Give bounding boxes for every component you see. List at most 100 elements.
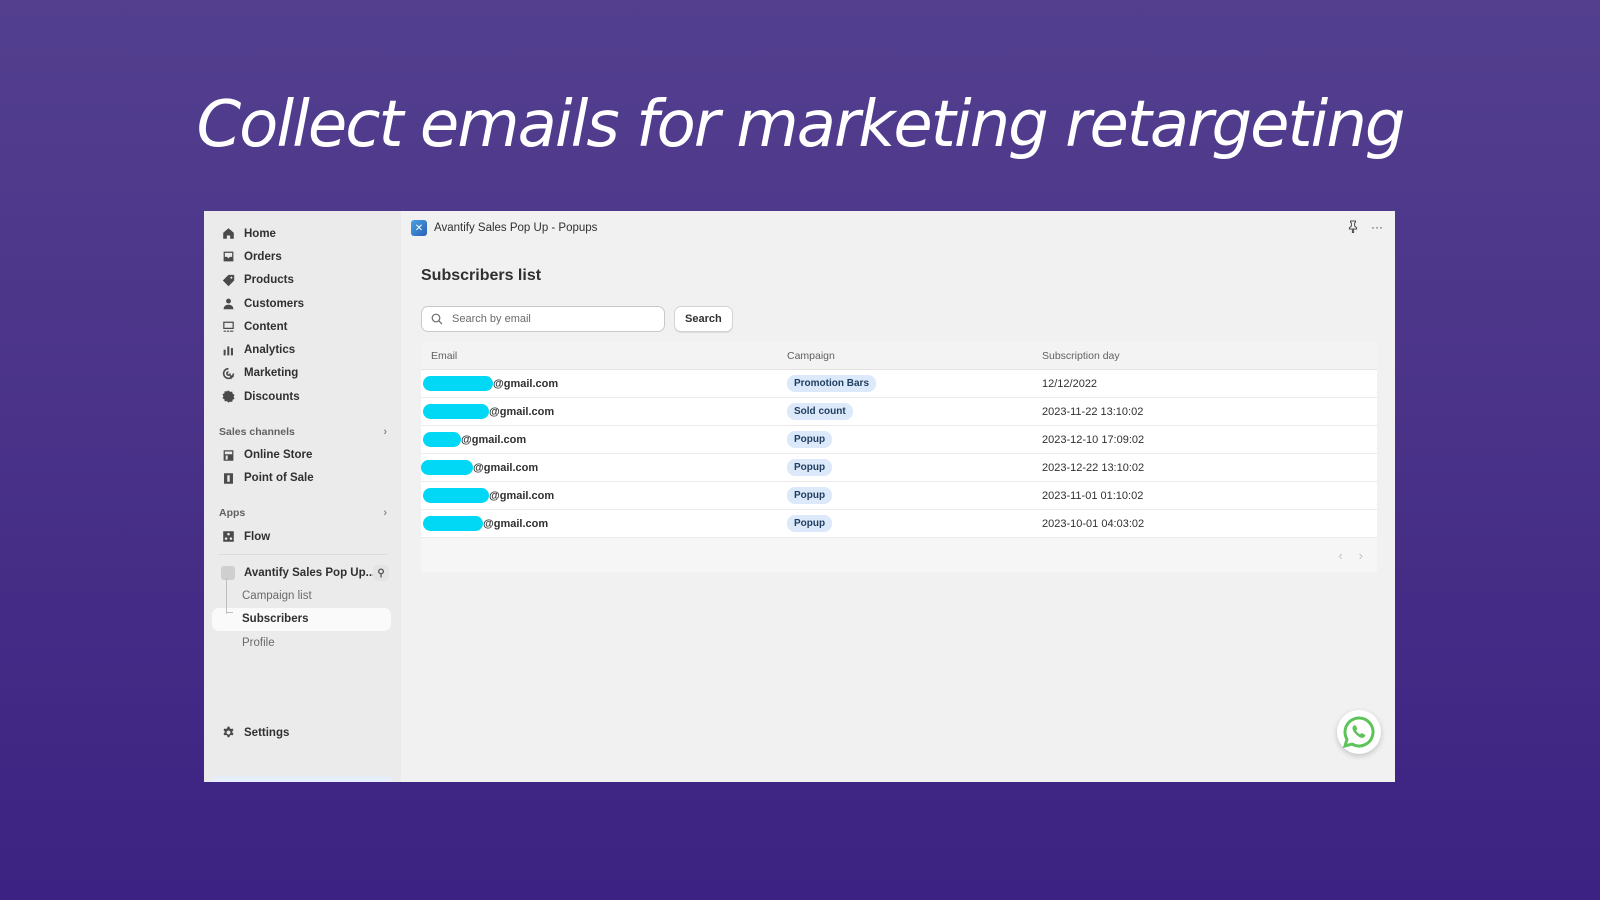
sidebar-item-settings[interactable]: Settings bbox=[204, 721, 401, 744]
bar-chart-icon bbox=[221, 343, 235, 357]
campaign-badge: Popup bbox=[787, 431, 833, 448]
sidebar-item-marketing[interactable]: Marketing bbox=[204, 362, 401, 385]
whatsapp-chat-button[interactable] bbox=[1337, 710, 1381, 754]
pagination-prev-button[interactable]: ‹ bbox=[1338, 548, 1342, 563]
campaign-badge: Promotion Bars bbox=[787, 375, 877, 392]
tree-connector-arrow bbox=[226, 612, 233, 613]
table-row[interactable]: @gmail.com Popup 2023-11-01 01:10:02 bbox=[421, 482, 1377, 510]
sidebar-item-label: Products bbox=[244, 274, 294, 287]
sidebar: Home Orders Products Customers Content A… bbox=[204, 211, 401, 782]
table-row[interactable]: @gmail.com Popup 2023-12-22 13:10:02 bbox=[421, 454, 1377, 482]
email-cell: @gmail.com bbox=[483, 517, 549, 530]
app-header: ✕ Avantify Sales Pop Up - Popups ··· bbox=[401, 211, 1395, 245]
date-cell: 2023-12-10 17:09:02 bbox=[1042, 433, 1145, 446]
app-icon bbox=[221, 565, 235, 580]
section-title: Apps bbox=[219, 507, 246, 520]
column-header-subscription-day: Subscription day bbox=[1042, 349, 1120, 362]
search-input[interactable] bbox=[452, 313, 652, 325]
sidebar-item-customers[interactable]: Customers bbox=[204, 292, 401, 315]
sidebar-item-label: Customers bbox=[244, 297, 305, 310]
apps-header[interactable]: Apps › bbox=[204, 502, 401, 525]
sidebar-item-discounts[interactable]: Discounts bbox=[204, 385, 401, 408]
email-cell: @gmail.com bbox=[489, 405, 555, 418]
sidebar-item-flow[interactable]: Flow bbox=[204, 525, 401, 548]
table-row[interactable]: @gmail.com Promotion Bars 12/12/2022 bbox=[421, 370, 1377, 398]
search-button[interactable]: Search bbox=[674, 306, 733, 332]
redaction-mark bbox=[423, 376, 493, 391]
store-icon bbox=[221, 448, 235, 462]
table-row[interactable]: @gmail.com Popup 2023-10-01 04:03:02 bbox=[421, 510, 1377, 538]
person-icon bbox=[221, 297, 235, 311]
redaction-mark bbox=[423, 516, 483, 531]
sidebar-item-online-store[interactable]: Online Store bbox=[204, 443, 401, 466]
pagination: ‹ › bbox=[421, 538, 1377, 572]
sidebar-item-label: Avantify Sales Pop Up... bbox=[244, 566, 376, 579]
email-cell: @gmail.com bbox=[461, 433, 527, 446]
column-header-campaign: Campaign bbox=[787, 349, 835, 362]
headline: Collect emails for marketing retargeting bbox=[196, 88, 1405, 162]
redaction-mark bbox=[423, 488, 489, 503]
search-field[interactable] bbox=[421, 306, 665, 332]
email-cell: @gmail.com bbox=[473, 461, 539, 474]
subitem-label: Campaign list bbox=[242, 589, 312, 602]
sidebar-subitem-subscribers[interactable]: Subscribers bbox=[212, 607, 391, 631]
pin-icon[interactable] bbox=[1347, 220, 1359, 236]
sales-channels-header[interactable]: Sales channels › bbox=[204, 420, 401, 443]
sidebar-item-label: Discounts bbox=[244, 390, 300, 403]
sidebar-item-point-of-sale[interactable]: Point of Sale bbox=[204, 467, 401, 490]
sidebar-item-label: Point of Sale bbox=[244, 472, 314, 485]
sidebar-subitem-profile[interactable]: Profile bbox=[204, 631, 401, 654]
more-options-button[interactable]: ··· bbox=[1371, 220, 1383, 236]
email-cell: @gmail.com bbox=[489, 489, 555, 502]
main-content: ✕ Avantify Sales Pop Up - Popups ··· Sub… bbox=[401, 211, 1395, 782]
content-icon bbox=[221, 320, 235, 334]
page-title: Subscribers list bbox=[421, 267, 542, 284]
chevron-right-icon: › bbox=[383, 425, 387, 438]
date-cell: 12/12/2022 bbox=[1042, 377, 1098, 390]
tree-connector bbox=[226, 578, 227, 614]
sidebar-item-orders[interactable]: Orders bbox=[204, 245, 401, 268]
app-logo-icon: ✕ bbox=[411, 220, 427, 236]
flow-icon bbox=[221, 530, 235, 544]
campaign-badge: Sold count bbox=[787, 403, 853, 420]
date-cell: 2023-12-22 13:10:02 bbox=[1042, 461, 1145, 474]
sidebar-item-label: Flow bbox=[244, 530, 271, 543]
sidebar-item-analytics[interactable]: Analytics bbox=[204, 338, 401, 361]
app-window: Home Orders Products Customers Content A… bbox=[204, 211, 1395, 782]
chevron-right-icon: › bbox=[383, 507, 387, 520]
sidebar-item-label: Analytics bbox=[244, 344, 296, 357]
sidebar-item-avantify-app[interactable]: Avantify Sales Pop Up... ⚲ bbox=[204, 561, 401, 584]
sidebar-item-label: Orders bbox=[244, 250, 282, 263]
redaction-mark bbox=[423, 432, 461, 447]
redaction-mark bbox=[421, 460, 473, 475]
sidebar-item-label: Online Store bbox=[244, 449, 313, 462]
search-icon bbox=[431, 313, 443, 325]
sidebar-bottom-banner bbox=[212, 776, 392, 782]
sidebar-item-content[interactable]: Content bbox=[204, 315, 401, 338]
inbox-icon bbox=[221, 250, 235, 264]
date-cell: 2023-11-01 01:10:02 bbox=[1042, 489, 1144, 502]
table-row[interactable]: @gmail.com Popup 2023-12-10 17:09:02 bbox=[421, 426, 1377, 454]
subscribers-table: Email Campaign Subscription day @gmail.c… bbox=[421, 342, 1377, 572]
sidebar-item-label: Settings bbox=[244, 726, 290, 739]
pin-icon[interactable]: ⚲ bbox=[373, 565, 389, 582]
target-icon bbox=[221, 366, 235, 380]
tag-icon bbox=[221, 273, 235, 287]
section-title: Sales channels bbox=[219, 425, 295, 438]
app-title: Avantify Sales Pop Up - Popups bbox=[434, 222, 598, 234]
redaction-mark bbox=[423, 404, 489, 419]
gear-icon bbox=[221, 726, 235, 740]
sidebar-item-label: Marketing bbox=[244, 367, 299, 380]
sidebar-subitem-campaign-list[interactable]: Campaign list bbox=[204, 584, 401, 607]
home-icon bbox=[221, 227, 235, 241]
email-cell: @gmail.com bbox=[493, 377, 559, 390]
pagination-next-button[interactable]: › bbox=[1359, 548, 1363, 563]
table-header: Email Campaign Subscription day bbox=[421, 342, 1377, 370]
sidebar-item-label: Home bbox=[244, 227, 276, 240]
pos-icon bbox=[221, 471, 235, 485]
table-row[interactable]: @gmail.com Sold count 2023-11-22 13:10:0… bbox=[421, 398, 1377, 426]
discount-icon bbox=[221, 390, 235, 404]
sidebar-item-products[interactable]: Products bbox=[204, 269, 401, 292]
sidebar-item-home[interactable]: Home bbox=[204, 222, 401, 245]
campaign-badge: Popup bbox=[787, 515, 833, 532]
